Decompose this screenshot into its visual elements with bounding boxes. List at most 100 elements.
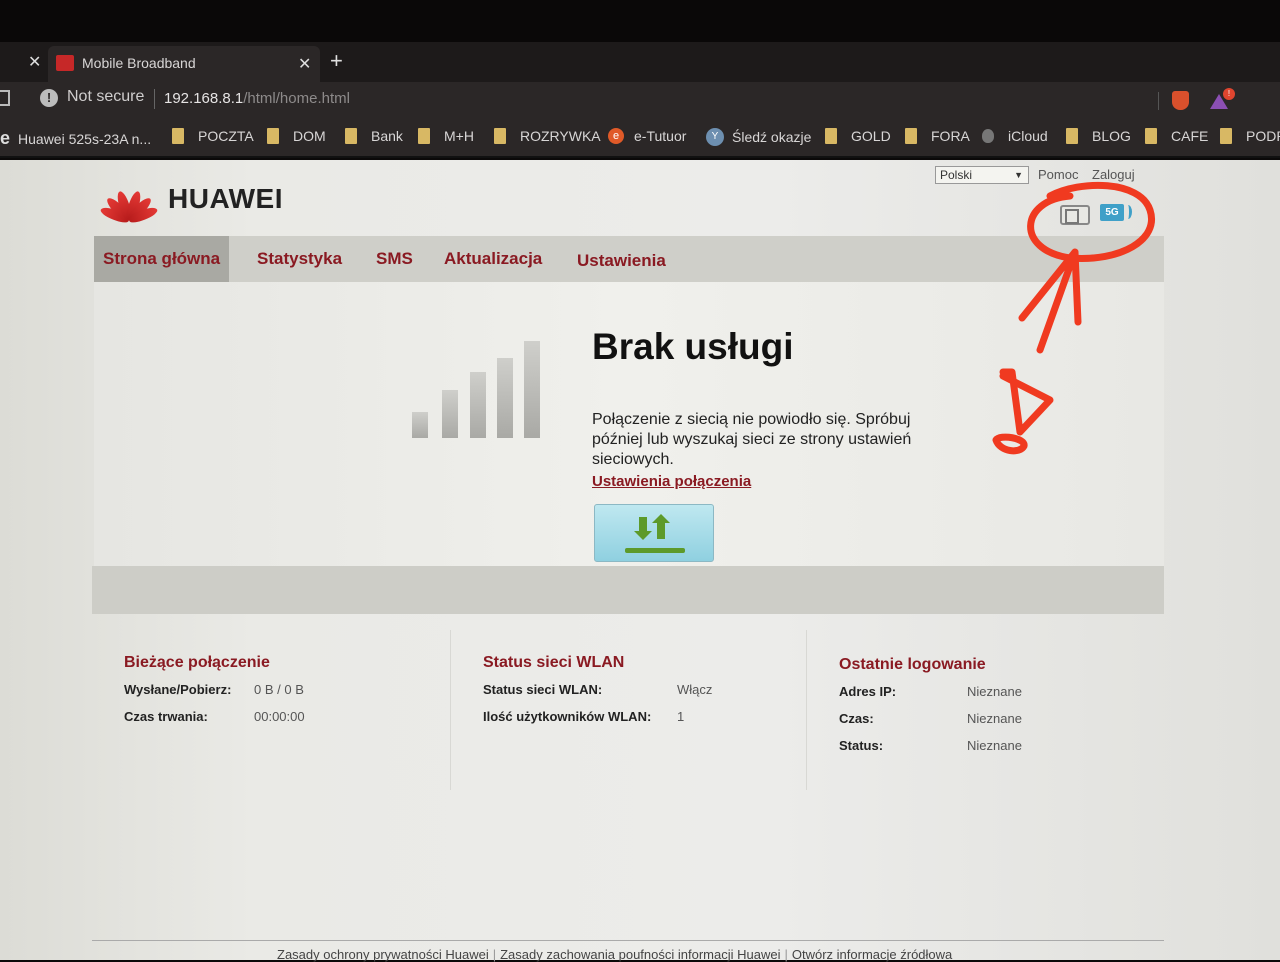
browser-tab[interactable]: Mobile Broadband ✕ xyxy=(48,46,320,82)
bookmark-label: DOM xyxy=(293,128,326,144)
etutor-icon: e xyxy=(608,128,624,144)
info-row: Status: Nieznane xyxy=(839,738,1179,765)
panel-title: Bieżące połączenie xyxy=(124,654,270,671)
info-row: Ilość użytkowników WLAN: 1 xyxy=(483,709,823,736)
new-tab-button[interactable]: + xyxy=(330,50,343,72)
bookmark-item[interactable]: Bank xyxy=(345,128,403,144)
wlan-status-panel: Status sieci WLAN Status sieci WLAN: Włąc… xyxy=(483,654,823,784)
login-link[interactable]: Zaloguj xyxy=(1092,167,1135,182)
connect-line-icon xyxy=(625,548,685,553)
bookmark-item[interactable]: BLOG xyxy=(1066,128,1131,144)
tab-close-icon[interactable]: ✕ xyxy=(298,54,311,74)
bookmark-item[interactable]: FORA xyxy=(905,128,970,144)
nav-item-statistics[interactable]: Statystyka xyxy=(248,236,351,282)
divider xyxy=(154,89,155,109)
wifi-wave-icon xyxy=(1124,205,1132,219)
dropdown-arrow-icon: ▼ xyxy=(1014,170,1023,180)
nav-item-home[interactable]: Strona główna xyxy=(94,236,230,282)
router-page: HUAWEI Polski ▼ Pomoc Zaloguj 5G Strona … xyxy=(0,160,1280,962)
help-link[interactable]: Pomoc xyxy=(1038,167,1078,182)
info-icon[interactable]: ! xyxy=(40,89,58,107)
bookmark-label: M+H xyxy=(444,128,474,144)
bookmark-item[interactable]: ROZRYWKA xyxy=(494,128,601,144)
signal-strength-icon xyxy=(412,338,552,438)
bookmark-item[interactable]: Y Śledź okazje xyxy=(706,128,811,146)
apple-icon xyxy=(982,129,994,143)
bookmark-item[interactable]: POCZTA xyxy=(172,128,254,144)
bookmark-item[interactable]: e e-Tutuor xyxy=(608,128,686,144)
last-login-panel: Ostatnie logowanie Adres IP: Nieznane Cza… xyxy=(839,656,1179,786)
brave-shields-icon[interactable] xyxy=(1172,91,1189,110)
huawei-logo[interactable]: HUAWEI xyxy=(96,176,283,225)
ie-icon: e xyxy=(0,128,11,148)
row-value: Włącz xyxy=(677,682,713,697)
connection-settings-link[interactable]: Ustawienia połączenia xyxy=(592,473,751,490)
language-value: Polski xyxy=(940,168,973,182)
bookmark-icon[interactable] xyxy=(0,90,10,106)
huawei-favicon-icon xyxy=(56,55,74,71)
bookmarks-bar: e Huawei 525s-23A n... POCZTA DOM Bank M+… xyxy=(0,118,1280,158)
row-value: Nieznane xyxy=(967,711,1022,726)
signal-bar xyxy=(470,372,486,438)
info-row: Adres IP: Nieznane xyxy=(839,684,1179,711)
bookmark-item[interactable]: GOLD xyxy=(825,128,891,144)
nav-item-settings[interactable]: Ustawienia xyxy=(568,238,675,284)
close-icon[interactable]: ✕ xyxy=(28,52,41,72)
status-title: Brak usługi xyxy=(592,326,794,367)
nav-item-sms[interactable]: SMS xyxy=(367,236,422,282)
tab-title: Mobile Broadband xyxy=(82,55,196,71)
huawei-flower-icon xyxy=(96,176,160,225)
folder-icon xyxy=(267,128,279,144)
bookmark-item[interactable]: CAFE xyxy=(1145,128,1208,144)
bookmark-item[interactable]: e Huawei 525s-23A n... xyxy=(0,128,151,149)
bookmark-label: CAFE xyxy=(1171,128,1209,144)
bookmark-item[interactable]: iCloud xyxy=(982,128,1048,144)
signal-bar xyxy=(442,390,458,438)
bookmark-item[interactable]: M+H xyxy=(418,128,474,144)
network-mode-icon: 5G xyxy=(1100,204,1124,221)
nav-item-update[interactable]: Aktualizacja xyxy=(435,236,551,282)
status-panel-footer xyxy=(92,566,1164,614)
current-connection-panel: Bieżące połączenie Wysłane/Pobierz: 0 B /… xyxy=(124,654,464,784)
divider xyxy=(450,630,451,790)
row-label: Czas trwania: xyxy=(124,709,208,724)
bookmark-item[interactable]: DOM xyxy=(267,128,326,144)
folder-icon xyxy=(172,128,184,144)
folder-icon xyxy=(1145,128,1157,144)
bookmark-label: Śledź okazje xyxy=(732,129,812,145)
info-row: Czas: Nieznane xyxy=(839,711,1179,738)
row-label: Wysłane/Pobierz: xyxy=(124,682,232,697)
security-label[interactable]: Not secure xyxy=(67,88,144,106)
row-label: Czas: xyxy=(839,711,874,726)
folder-icon xyxy=(1220,128,1232,144)
row-label: Adres IP: xyxy=(839,684,897,699)
row-value: Nieznane xyxy=(967,738,1022,753)
bookmark-label: POCZTA xyxy=(198,128,254,144)
status-message: Połączenie z siecią nie powiodło się. Sp… xyxy=(592,411,912,468)
row-value: Nieznane xyxy=(967,684,1022,699)
info-row: Status sieci WLAN: Włącz xyxy=(483,682,823,709)
info-row: Czas trwania: 00:00:00 xyxy=(124,709,464,736)
url-path: /html/home.html xyxy=(243,90,350,107)
rewards-badge: ! xyxy=(1223,88,1235,100)
bookmark-label: GOLD xyxy=(851,128,891,144)
download-arrow-icon xyxy=(634,517,652,540)
language-select[interactable]: Polski ▼ xyxy=(935,166,1029,184)
url-input[interactable]: 192.168.8.1/html/home.html xyxy=(164,90,350,107)
signal-bar xyxy=(497,358,513,438)
folder-icon xyxy=(905,128,917,144)
folder-icon xyxy=(418,128,430,144)
bookmark-item[interactable]: PODR xyxy=(1220,128,1280,144)
site-icon: Y xyxy=(706,128,724,146)
divider xyxy=(1158,92,1159,110)
bookmark-label: e-Tutuor xyxy=(634,128,687,144)
tab-strip: ✕ Mobile Broadband ✕ + xyxy=(0,42,1280,82)
sim-status-icon xyxy=(1060,205,1090,225)
signal-bar xyxy=(524,341,540,438)
signal-bar xyxy=(412,412,428,438)
address-bar: ! Not secure 192.168.8.1/html/home.html … xyxy=(0,82,1280,118)
divider xyxy=(806,630,807,790)
connect-button[interactable] xyxy=(594,504,714,562)
folder-icon xyxy=(345,128,357,144)
bookmark-label: iCloud xyxy=(1008,128,1048,144)
